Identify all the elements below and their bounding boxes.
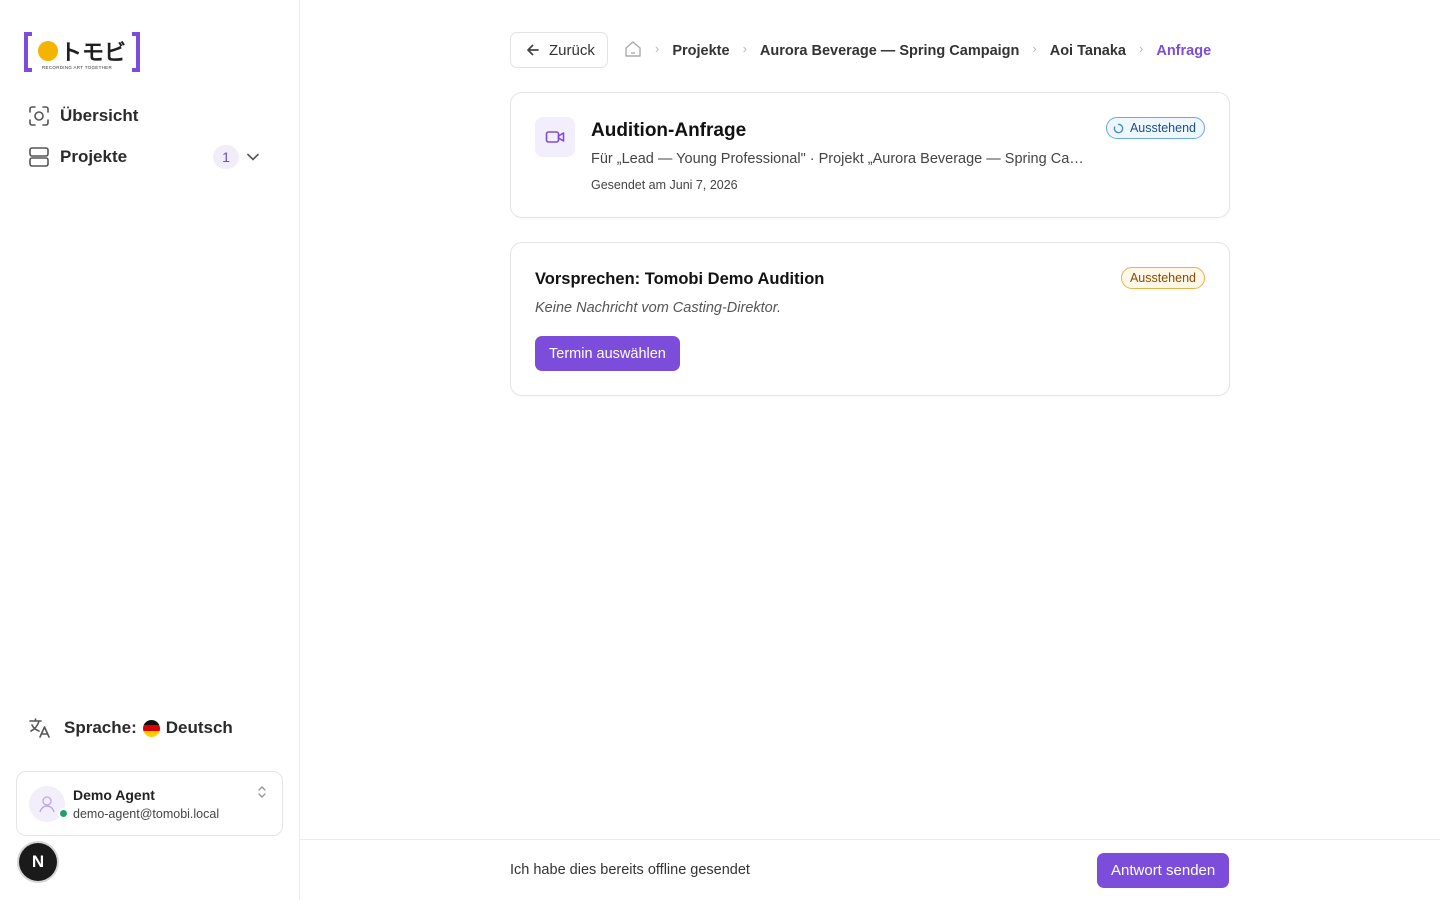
arrow-left-icon xyxy=(527,44,539,56)
chevron-down-icon[interactable] xyxy=(246,149,260,169)
breadcrumb-project[interactable]: Aurora Beverage — Spring Campaign xyxy=(760,43,1019,59)
language-selector[interactable]: Sprache: Deutsch xyxy=(28,716,233,740)
user-menu[interactable]: Demo Agent demo-agent@tomobi.local xyxy=(16,771,283,836)
breadcrumb-separator-icon: › xyxy=(1032,40,1037,56)
breadcrumb-separator-icon: › xyxy=(742,40,747,56)
status-badge: Ausstehend xyxy=(1120,267,1205,289)
request-sent-date: Gesendet am Juni 7, 2026 xyxy=(591,178,738,192)
offline-sent-option[interactable]: Ich habe dies bereits offline gesendet xyxy=(510,862,750,878)
sidebar: トモビ RECORDING ART TOGETHER Übersicht Pro… xyxy=(0,0,300,900)
sidebar-item-overview[interactable]: Übersicht xyxy=(28,105,138,127)
breadcrumb: › Projekte › Aurora Beverage — Spring Ca… xyxy=(624,40,1211,62)
request-title: Audition-Anfrage xyxy=(591,120,747,141)
video-camera-icon xyxy=(535,117,575,157)
sidebar-item-projects-label: Projekte xyxy=(60,147,128,166)
request-subtitle: Für „Lead — Young Professional" · Projek… xyxy=(591,151,1086,167)
online-status-dot xyxy=(58,808,69,819)
breadcrumb-current: Anfrage xyxy=(1156,43,1212,59)
breadcrumb-separator-icon: › xyxy=(655,40,660,56)
sidebar-item-projects[interactable]: Projekte 1 xyxy=(28,145,260,169)
logo-kana: トモビ xyxy=(60,41,127,66)
chevrons-up-down-icon xyxy=(256,784,268,805)
logo-dot xyxy=(38,41,58,61)
tomobi-logo[interactable]: トモビ RECORDING ART TOGETHER xyxy=(24,32,140,72)
server-icon xyxy=(28,146,50,168)
send-response-button[interactable]: Antwort senden xyxy=(1097,853,1230,888)
home-icon[interactable] xyxy=(624,40,642,62)
status-badge: Ausstehend xyxy=(1105,117,1205,139)
logo-tagline: RECORDING ART TOGETHER xyxy=(42,65,113,70)
user-name: Demo Agent xyxy=(73,787,155,803)
status-badge-label: Ausstehend xyxy=(1129,121,1196,135)
audition-note: Keine Nachricht vom Casting-Direktor. xyxy=(535,300,782,316)
user-email: demo-agent@tomobi.local xyxy=(73,807,220,821)
select-slot-button[interactable]: Termin auswählen xyxy=(535,336,680,371)
scan-icon xyxy=(28,105,50,127)
language-value: Deutsch xyxy=(165,718,233,737)
breadcrumb-talent[interactable]: Aoi Tanaka xyxy=(1050,43,1126,59)
audition-request-card: Audition-Anfrage Für „Lead — Young Profe… xyxy=(510,92,1230,218)
breadcrumb-separator-icon: › xyxy=(1139,40,1144,56)
translate-icon xyxy=(28,716,52,740)
language-label: Sprache: xyxy=(64,718,137,737)
breadcrumb-projects[interactable]: Projekte xyxy=(672,43,729,59)
back-button-label: Zurück xyxy=(549,41,595,59)
response-footer: Ich habe dies bereits offline gesendet A… xyxy=(300,839,1440,900)
dev-tools-button[interactable]: N xyxy=(19,843,57,881)
audition-card: Vorsprechen: Tomobi Demo Audition Keine … xyxy=(510,242,1230,396)
logo-bracket-right xyxy=(132,32,140,72)
loader-icon xyxy=(1113,123,1124,133)
logo-bracket-left xyxy=(24,32,32,72)
sidebar-item-overview-label: Übersicht xyxy=(60,106,139,125)
german-flag-icon xyxy=(142,719,160,737)
projects-count-badge: 1 xyxy=(213,145,239,169)
audition-title: Vorsprechen: Tomobi Demo Audition xyxy=(535,270,825,288)
back-button[interactable]: Zurück xyxy=(510,32,608,68)
